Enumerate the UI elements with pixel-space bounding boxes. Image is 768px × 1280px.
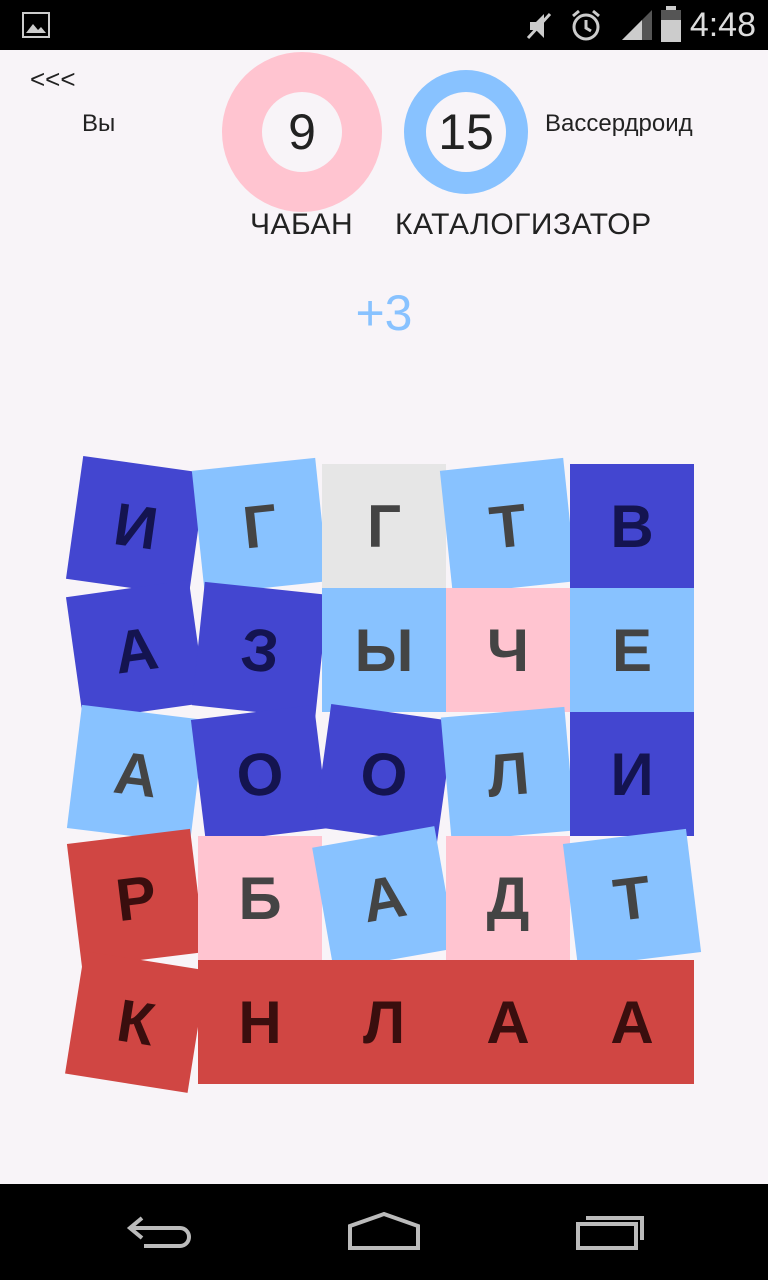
letter-tile[interactable]: И [570, 712, 694, 836]
player-score: 9 [262, 92, 342, 172]
letter-tile[interactable]: К [65, 951, 207, 1093]
player-last-word: ЧАБАН [250, 208, 354, 241]
letter-tile[interactable]: А [570, 960, 694, 1084]
letter-tile[interactable]: Б [198, 836, 322, 960]
letter-tile[interactable]: Д [446, 836, 570, 960]
letter-tile[interactable]: Е [570, 588, 694, 712]
opponent-name: Вассердроид [545, 110, 693, 137]
battery-icon [661, 6, 681, 42]
player-score-ring: 9 [222, 52, 382, 212]
letter-tile[interactable]: Р [66, 828, 206, 968]
alarm-icon [572, 9, 600, 41]
clock: 4:48 [689, 6, 756, 44]
letter-tile[interactable]: Л [440, 706, 576, 842]
recents-icon[interactable] [574, 1212, 646, 1252]
letter-tile[interactable]: Л [322, 960, 446, 1084]
points-gained: +3 [355, 285, 413, 341]
letter-tile[interactable]: А [446, 960, 570, 1084]
opponent-last-word: КАТАЛОГИЗАТОР [395, 208, 652, 241]
letter-tile[interactable]: В [570, 464, 694, 588]
player-name: Вы [82, 110, 116, 137]
letter-tile[interactable]: З [191, 581, 329, 719]
letter-tile[interactable]: Т [439, 457, 577, 595]
letter-tile[interactable]: Г [322, 464, 446, 588]
mute-icon [526, 12, 552, 40]
opponent-score-ring: 15 [404, 70, 528, 194]
home-icon[interactable] [346, 1212, 422, 1252]
letter-tile[interactable]: Ы [322, 588, 446, 712]
navigation-bar [0, 1184, 768, 1280]
letter-tile[interactable]: Г [191, 457, 329, 595]
signal-icon [622, 10, 652, 40]
letter-tile[interactable]: Н [198, 960, 322, 1084]
letter-board: И Г Г Т В А З Ы Ч Е А О О Л И Р Б А Д Т … [65, 455, 702, 1093]
letter-tile[interactable]: А [66, 704, 206, 844]
letter-tile[interactable]: И [65, 455, 207, 597]
status-bar: 4:48 [0, 0, 768, 50]
letter-tile[interactable]: А [65, 579, 207, 721]
letter-tile[interactable]: А [312, 826, 456, 970]
letter-tile[interactable]: О [313, 703, 455, 845]
image-notification-icon [22, 12, 50, 38]
letter-tile[interactable]: Ч [446, 588, 570, 712]
letter-tile[interactable]: О [190, 704, 330, 844]
letter-tile[interactable]: Т [562, 828, 702, 968]
back-icon[interactable] [124, 1212, 196, 1252]
back-link[interactable]: <<< [30, 64, 76, 95]
opponent-score: 15 [426, 92, 506, 172]
